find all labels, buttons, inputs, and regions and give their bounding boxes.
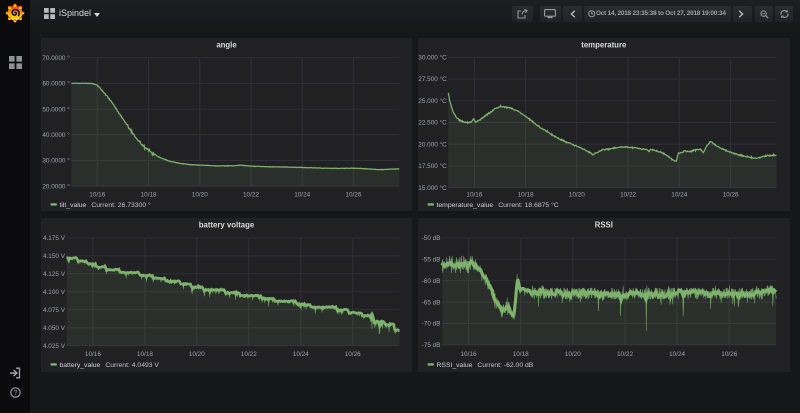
svg-text:4.075 V: 4.075 V [43,307,66,314]
svg-text:temperature_valueCurrent: 18.6: temperature_valueCurrent: 18.6875 °C [437,201,559,209]
svg-text:-50 dB: -50 dB [422,235,441,242]
svg-text:20.0000 °: 20.0000 ° [42,182,70,190]
svg-text:25.000 °C: 25.000 °C [418,97,447,105]
svg-text:10/18: 10/18 [137,351,153,358]
svg-text:-75 dB: -75 dB [422,342,441,349]
svg-text:10/24: 10/24 [669,351,685,358]
svg-text:battery voltage: battery voltage [199,221,255,230]
svg-text:10/18: 10/18 [513,351,529,358]
svg-text:30.000 °C: 30.000 °C [418,53,447,61]
svg-text:4.050 V: 4.050 V [43,325,66,332]
svg-text:10/22: 10/22 [620,192,636,199]
svg-text:-70 dB: -70 dB [422,321,441,328]
svg-text:10/20: 10/20 [192,192,208,199]
svg-text:RSSI: RSSI [595,221,613,230]
svg-text:4.175 V: 4.175 V [43,235,66,242]
svg-text:27.500 °C: 27.500 °C [418,75,447,83]
svg-text:4.150 V: 4.150 V [43,253,66,260]
svg-text:10/22: 10/22 [241,351,257,358]
svg-text:17.500 °C: 17.500 °C [418,162,447,170]
svg-text:4.100 V: 4.100 V [43,289,66,296]
svg-text:15.000 °C: 15.000 °C [418,184,447,192]
svg-text:4.125 V: 4.125 V [43,271,66,278]
svg-text:10/24: 10/24 [671,192,687,199]
svg-text:temperature: temperature [581,41,627,50]
svg-text:10/18: 10/18 [141,192,157,199]
svg-text:10/22: 10/22 [243,192,259,199]
svg-text:10/26: 10/26 [721,351,737,358]
svg-text:10/22: 10/22 [617,351,633,358]
svg-text:70.0000 °: 70.0000 ° [42,54,70,62]
svg-text:10/26: 10/26 [345,351,361,358]
svg-text:10/16: 10/16 [461,351,477,358]
svg-text:4.025 V: 4.025 V [43,343,66,350]
svg-text:60.0000 °: 60.0000 ° [42,80,70,88]
svg-text:10/20: 10/20 [569,192,585,199]
svg-text:10/16: 10/16 [89,192,105,199]
svg-text:battery_valueCurrent: 4.0493 V: battery_valueCurrent: 4.0493 V [60,362,160,369]
svg-text:20.000 °C: 20.000 °C [418,141,447,149]
svg-text:tilt_valueCurrent: 26.73300 °: tilt_valueCurrent: 26.73300 ° [60,201,152,209]
svg-text:-60 dB: -60 dB [422,278,441,285]
svg-text:10/18: 10/18 [518,192,534,199]
svg-text:10/20: 10/20 [189,351,205,358]
svg-text:RSSI_valueCurrent: -62.00 dB: RSSI_valueCurrent: -62.00 dB [437,362,534,369]
svg-text:22.500 °C: 22.500 °C [418,119,447,127]
svg-text:10/16: 10/16 [85,351,101,358]
svg-text:10/20: 10/20 [565,351,581,358]
svg-text:10/24: 10/24 [293,351,309,358]
svg-text:10/16: 10/16 [466,192,482,199]
svg-text:10/26: 10/26 [723,192,739,199]
svg-text:angle: angle [216,41,237,50]
svg-text:50.0000 °: 50.0000 ° [42,105,70,113]
svg-text:-65 dB: -65 dB [422,299,441,306]
svg-text:10/26: 10/26 [345,192,361,199]
svg-text:40.0000 °: 40.0000 ° [42,131,70,139]
svg-text:30.0000 °: 30.0000 ° [42,157,70,165]
svg-text:10/24: 10/24 [294,192,310,199]
svg-text:-55 dB: -55 dB [422,257,441,264]
